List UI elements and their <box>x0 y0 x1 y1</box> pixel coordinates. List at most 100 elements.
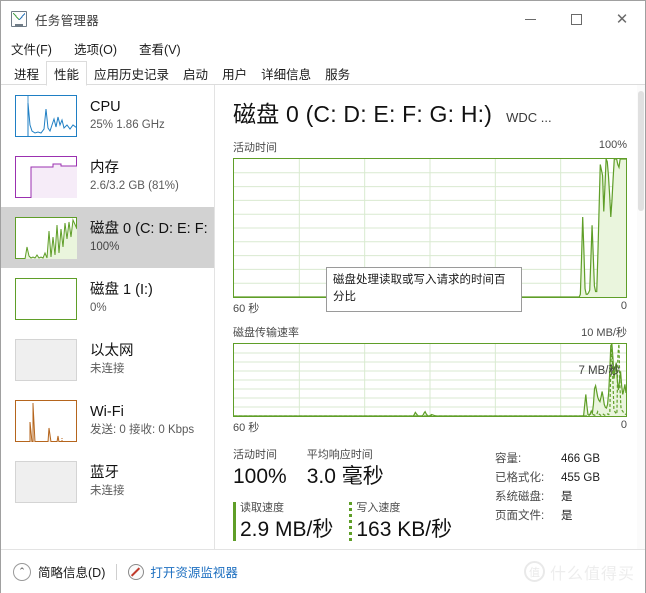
disk-info-table: 容量: 466 GB 已格式化: 455 GB 系统磁盘: 是 页面文件: 是 <box>495 448 627 544</box>
performance-body: CPU 25% 1.86 GHz 内存 2.6/3.2 GB (81%) 磁盘 … <box>1 85 645 549</box>
transfer-rate-chart-block: 磁盘传输速率 10 MB/秒 7 MB/秒 60 秒 0 <box>233 324 627 435</box>
stat-write-speed-value: 163 KB/秒 <box>356 518 453 541</box>
memory-thumbnail <box>15 155 77 198</box>
resource-list: CPU 25% 1.86 GHz 内存 2.6/3.2 GB (81%) 磁盘 … <box>1 85 215 549</box>
maximize-icon <box>570 13 582 25</box>
active-time-chart-labels: 活动时间 100% <box>233 139 627 155</box>
transfer-rate-chart-foot: 60 秒 0 <box>233 419 627 435</box>
sidebar-item-cpu-title: CPU <box>90 99 121 115</box>
stat-avg-response-label: 平均响应时间 <box>306 449 373 461</box>
minimize-button[interactable] <box>507 1 553 37</box>
disk-stats: 活动时间 100% 平均响应时间 3.0 毫秒 读取速度 2.9 MB/秒 写入… <box>233 448 627 544</box>
tab-startup[interactable]: 启动 <box>176 61 215 85</box>
tab-strip: 进程 性能 应用历史记录 启动 用户 详细信息 服务 <box>1 59 645 86</box>
resource-monitor-icon <box>128 563 145 580</box>
sidebar-item-disk0[interactable]: 磁盘 0 (C: D: E: F: 100% <box>1 207 214 268</box>
tab-details[interactable]: 详细信息 <box>254 61 318 85</box>
sidebar-item-wifi[interactable]: Wi-Fi 发送: 0 接收: 0 Kbps <box>1 390 214 451</box>
sidebar-item-disk0-sub: 100% <box>90 241 120 253</box>
sidebar-item-disk1-sub: 0% <box>90 302 107 314</box>
window-title: 任务管理器 <box>35 13 100 28</box>
active-time-chart-ymax: 100% <box>598 139 627 151</box>
fewer-details-button[interactable]: 简略信息(D) <box>38 562 105 581</box>
stat-read-speed: 读取速度 2.9 MB/秒 <box>233 501 333 544</box>
disk1-thumbnail <box>15 277 77 320</box>
info-value-page-file: 是 <box>561 510 573 522</box>
info-row-page-file: 页面文件: 是 <box>495 507 627 526</box>
menu-file[interactable]: 文件(F) <box>11 39 52 58</box>
disk-model: WDC ... <box>506 110 552 125</box>
stat-active-time-value: 100% <box>233 465 287 488</box>
open-resource-monitor-link[interactable]: 打开资源监视器 <box>150 562 238 581</box>
stat-active-time: 活动时间 100% <box>233 448 287 491</box>
close-button[interactable]: ✕ <box>599 1 645 37</box>
sidebar-item-ethernet-title: 以太网 <box>90 343 134 359</box>
vertical-scrollbar[interactable] <box>637 85 645 549</box>
menu-view[interactable]: 查看(V) <box>139 39 181 58</box>
disk-stats-top-row: 活动时间 100% 平均响应时间 3.0 毫秒 <box>233 448 495 491</box>
watermark-logo-icon: 值 <box>523 561 545 582</box>
tab-app-history[interactable]: 应用历史记录 <box>87 61 176 85</box>
transfer-rate-chart-ymax: 10 MB/秒 <box>581 327 627 339</box>
sidebar-item-memory-sub: 2.6/3.2 GB (81%) <box>90 180 179 192</box>
info-key-formatted: 已格式化: <box>495 472 545 484</box>
stat-avg-response: 平均响应时间 3.0 毫秒 <box>307 448 384 491</box>
sidebar-item-ethernet[interactable]: 以太网 未连接 <box>1 329 214 390</box>
transfer-rate-chart-labels: 磁盘传输速率 10 MB/秒 <box>233 324 627 340</box>
stat-write-speed-label: 写入速度 <box>356 502 401 514</box>
info-key-system-disk: 系统磁盘: <box>495 491 545 503</box>
info-key-page-file: 页面文件: <box>495 510 545 522</box>
sidebar-item-cpu[interactable]: CPU 25% 1.86 GHz <box>1 85 214 146</box>
chart2-svg <box>234 344 626 416</box>
sidebar-item-bluetooth-text: 蓝牙 未连接 <box>90 464 125 499</box>
info-row-system-disk: 系统磁盘: 是 <box>495 488 627 507</box>
chart-tooltip: 磁盘处理读取或写入请求的时间百分比 <box>326 267 522 312</box>
sidebar-item-bluetooth-title: 蓝牙 <box>90 465 119 481</box>
sidebar-item-memory-text: 内存 2.6/3.2 GB (81%) <box>90 159 179 194</box>
stat-active-time-label: 活动时间 <box>233 449 277 461</box>
transfer-rate-chart-ymin: 0 <box>620 419 627 431</box>
disk0-thumbnail <box>15 216 77 259</box>
info-row-formatted: 已格式化: 455 GB <box>495 469 627 488</box>
sidebar-item-wifi-title: Wi-Fi <box>90 404 124 420</box>
sidebar-item-memory[interactable]: 内存 2.6/3.2 GB (81%) <box>1 146 214 207</box>
transfer-rate-chart[interactable]: 7 MB/秒 <box>233 343 627 417</box>
close-icon: ✕ <box>615 9 629 28</box>
watermark: 值 什么值得买 <box>523 560 635 584</box>
tab-processes[interactable]: 进程 <box>7 61 46 85</box>
sidebar-item-bluetooth-sub: 未连接 <box>90 485 125 497</box>
wifi-thumbnail <box>15 399 77 442</box>
bluetooth-thumbnail <box>15 460 77 503</box>
sidebar-item-disk0-text: 磁盘 0 (C: D: E: F: 100% <box>90 220 208 255</box>
tab-performance[interactable]: 性能 <box>46 61 88 86</box>
info-row-capacity: 容量: 466 GB <box>495 450 627 469</box>
stat-read-speed-label: 读取速度 <box>240 502 284 514</box>
minimize-icon <box>524 18 536 20</box>
scrollbar-thumb[interactable] <box>638 91 644 211</box>
sidebar-item-disk1-text: 磁盘 1 (I:) 0% <box>90 281 153 316</box>
info-key-capacity: 容量: <box>495 453 522 465</box>
title-bar: 任务管理器 ✕ <box>1 1 645 37</box>
page-title: 磁盘 0 (C: D: E: F: G: H:) <box>233 101 493 127</box>
task-manager-window: 任务管理器 ✕ 文件(F) 选项(O) 查看(V) 进程 性能 应用历史记录 启… <box>0 0 646 593</box>
menu-options[interactable]: 选项(O) <box>74 39 117 58</box>
task-manager-icon <box>11 11 27 27</box>
sidebar-item-disk1[interactable]: 磁盘 1 (I:) 0% <box>1 268 214 329</box>
tab-users[interactable]: 用户 <box>215 61 254 85</box>
sidebar-item-ethernet-text: 以太网 未连接 <box>90 342 134 377</box>
menu-bar: 文件(F) 选项(O) 查看(V) <box>1 37 645 59</box>
chevron-up-icon[interactable]: ⌃ <box>13 562 31 581</box>
status-divider <box>116 563 118 580</box>
sidebar-item-cpu-sub: 25% 1.86 GHz <box>90 119 165 131</box>
tab-services[interactable]: 服务 <box>318 61 357 85</box>
active-time-chart-ymin: 0 <box>620 300 627 312</box>
sidebar-item-bluetooth[interactable]: 蓝牙 未连接 <box>1 451 214 512</box>
sidebar-item-disk1-title: 磁盘 1 (I:) <box>90 282 153 298</box>
cpu-thumbnail <box>15 94 77 137</box>
stat-avg-response-value: 3.0 毫秒 <box>306 465 384 488</box>
maximize-button[interactable] <box>553 1 599 37</box>
active-time-chart-xleft: 60 秒 <box>233 303 260 315</box>
sidebar-item-ethernet-sub: 未连接 <box>90 363 125 375</box>
disk-detail-panel: 磁盘 0 (C: D: E: F: G: H:) WDC ... 活动时间 10… <box>215 85 645 549</box>
disk-stats-left: 活动时间 100% 平均响应时间 3.0 毫秒 读取速度 2.9 MB/秒 写入… <box>233 448 495 544</box>
